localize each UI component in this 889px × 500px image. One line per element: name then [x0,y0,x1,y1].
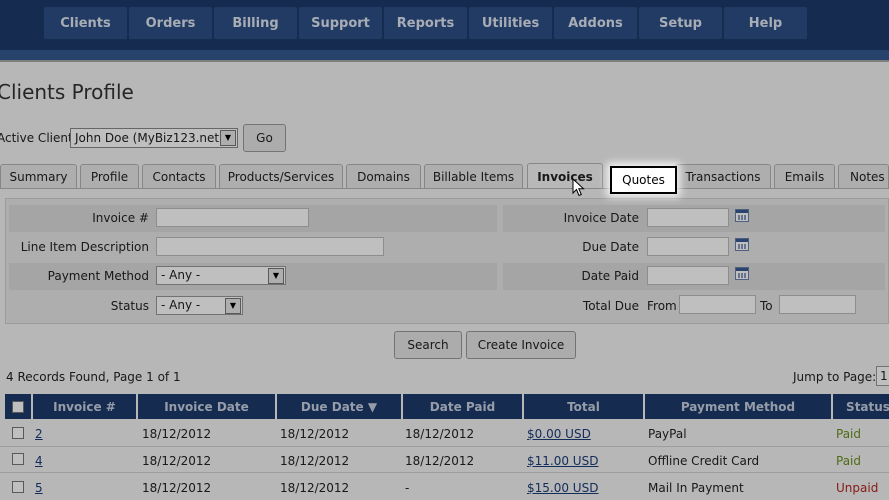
select-all-header [5,394,31,419]
tab-products-services[interactable]: Products/Services [219,164,343,188]
invoice-date-label: Invoice Date [563,211,639,225]
nav-help[interactable]: Help [724,7,807,39]
nav-underbar [0,50,889,60]
chevron-down-icon[interactable]: ▼ [268,268,284,284]
col-payment-method[interactable]: Payment Method [645,394,831,419]
active-client-value: John Doe (MyBiz123.net) [75,131,224,145]
payment-method-label: Payment Method [47,269,149,283]
invoice-date-input[interactable] [647,208,729,227]
date-paid-cell: 18/12/2012 [405,427,475,441]
tab-invoices[interactable]: Invoices [527,163,603,189]
calendar-icon[interactable] [735,267,749,280]
calendar-icon[interactable] [735,238,749,251]
due-date-cell: 18/12/2012 [280,481,350,495]
calendar-icon[interactable] [735,209,749,222]
invoice-num-link[interactable]: 2 [35,427,43,441]
top-nav: Clients Orders Billing Support Reports U… [0,0,889,50]
row-checkbox[interactable] [12,427,24,439]
active-client-label: Active Client: [0,131,77,145]
line-item-input[interactable] [156,237,384,256]
search-button[interactable]: Search [394,331,462,359]
tab-contacts[interactable]: Contacts [142,164,216,188]
due-date-cell: 18/12/2012 [280,427,350,441]
invoice-date-cell: 18/12/2012 [142,427,212,441]
due-date-label: Due Date [582,240,639,254]
table-row: 2 18/12/2012 18/12/2012 18/12/2012 $0.00… [0,421,889,447]
payment-method-cell: Mail In Payment [648,481,744,495]
from-label: From [647,299,677,313]
total-from-input[interactable] [679,295,756,314]
due-date-cell: 18/12/2012 [280,454,350,468]
payment-method-cell: PayPal [648,427,687,441]
invoice-date-cell: 18/12/2012 [142,481,212,495]
tab-summary[interactable]: Summary [0,164,77,188]
jump-to-page-select[interactable]: 1 [876,366,889,386]
tab-domains[interactable]: Domains [346,164,421,188]
table-row: 5 18/12/2012 18/12/2012 - $15.00 USD Mai… [0,473,889,499]
invoice-num-input[interactable] [156,208,309,227]
active-client-select[interactable]: John Doe (MyBiz123.net) ▼ [70,128,238,148]
date-paid-cell: 18/12/2012 [405,454,475,468]
date-paid-label: Date Paid [581,269,640,283]
line-item-label: Line Item Description [20,240,149,254]
tab-emails[interactable]: Emails [774,164,835,188]
nav-orders[interactable]: Orders [129,7,212,39]
status-label: Status [110,299,149,313]
payment-method-value: - Any - [161,268,201,282]
table-row: 4 18/12/2012 18/12/2012 18/12/2012 $11.0… [0,447,889,473]
select-all-checkbox[interactable] [12,400,24,413]
nav-billing[interactable]: Billing [214,7,297,39]
total-link[interactable]: $0.00 USD [527,427,591,441]
invoice-num-label: Invoice # [92,211,149,225]
col-status[interactable]: Status [833,394,889,419]
go-button[interactable]: Go [243,124,286,152]
mouse-cursor-icon [572,178,585,197]
status-value: - Any - [161,298,201,312]
nav-reports[interactable]: Reports [384,7,467,39]
col-invoice-date[interactable]: Invoice Date [138,394,275,419]
col-date-paid[interactable]: Date Paid [403,394,522,419]
nav-addons[interactable]: Addons [554,7,637,39]
col-invoice-num[interactable]: Invoice # [33,394,136,419]
date-paid-input[interactable] [647,266,729,285]
nav-divider [0,60,889,62]
total-link[interactable]: $11.00 USD [527,454,598,468]
col-total[interactable]: Total [524,394,643,419]
col-due-date[interactable]: Due Date ▼ [277,394,401,419]
payment-method-cell: Offline Credit Card [648,454,760,468]
date-paid-cell: - [405,481,410,495]
tab-divider [0,188,889,189]
tab-transactions[interactable]: Transactions [675,164,771,188]
invoice-date-cell: 18/12/2012 [142,454,212,468]
to-label: To [760,299,773,313]
jump-to-page-label: Jump to Page: [793,370,877,384]
status-cell: Unpaid [836,481,879,495]
row-checkbox[interactable] [12,453,24,465]
nav-clients[interactable]: Clients [44,7,127,39]
nav-setup[interactable]: Setup [639,7,722,39]
payment-method-select[interactable]: - Any - ▼ [156,266,286,285]
total-to-input[interactable] [779,295,856,314]
row-checkbox[interactable] [12,481,24,493]
records-count: 4 Records Found, Page 1 of 1 [6,370,181,384]
tab-billable-items[interactable]: Billable Items [424,164,523,188]
status-cell: Paid [836,454,862,468]
status-cell: Paid [836,427,862,441]
page-title: Clients Profile [0,80,134,104]
tab-profile[interactable]: Profile [80,164,139,188]
create-invoice-button[interactable]: Create Invoice [466,331,576,359]
invoice-filter-panel: Invoice # Line Item Description Payment … [5,198,889,324]
invoice-num-link[interactable]: 4 [35,454,43,468]
chevron-down-icon[interactable]: ▼ [220,130,236,146]
nav-support[interactable]: Support [299,7,382,39]
tab-quotes[interactable]: Quotes [610,166,677,194]
invoice-num-link[interactable]: 5 [35,481,43,495]
due-date-input[interactable] [647,237,729,256]
tab-notes[interactable]: Notes (0) [838,164,889,188]
nav-utilities[interactable]: Utilities [469,7,552,39]
status-select[interactable]: - Any - ▼ [156,296,243,315]
total-link[interactable]: $15.00 USD [527,481,598,495]
chevron-down-icon[interactable]: ▼ [225,298,241,314]
total-due-label: Total Due [582,299,639,313]
